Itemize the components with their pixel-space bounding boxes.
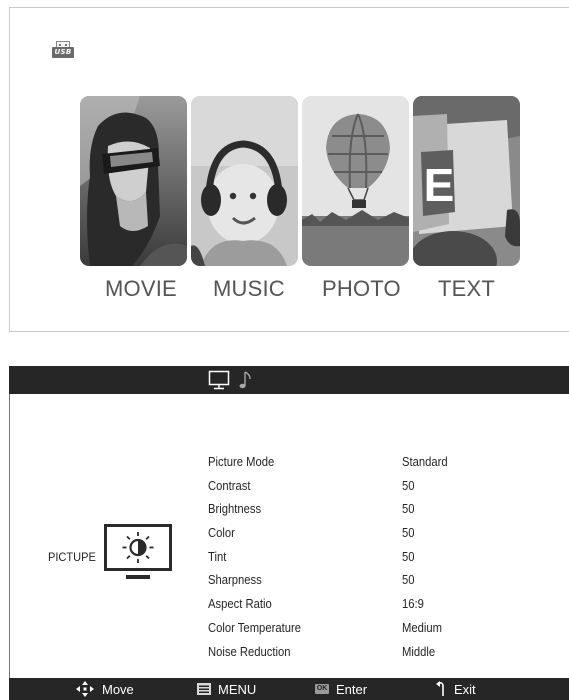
hint-exit-label: Exit [454, 681, 476, 697]
hint-move: Move [75, 678, 134, 700]
hint-exit: Exit [435, 678, 476, 700]
music-tile[interactable] [191, 96, 298, 266]
text-tile[interactable]: E [413, 96, 520, 266]
music-thumbnail [191, 96, 298, 266]
monitor-icon[interactable] [208, 370, 230, 390]
hint-enter: OK Enter [315, 678, 367, 700]
setting-sharpness[interactable]: Sharpness 50 [208, 572, 548, 596]
photo-tile[interactable] [302, 96, 409, 266]
setting-value: 50 [402, 526, 415, 541]
menu-icon [197, 683, 211, 695]
setting-label: Noise Reduction [208, 644, 291, 659]
setting-value: Medium [402, 620, 443, 635]
setting-value: 50 [402, 478, 415, 493]
setting-value: 50 [402, 549, 415, 564]
hint-menu-label: MENU [218, 681, 257, 697]
photo-thumbnail [302, 96, 409, 266]
setting-color[interactable]: Color 50 [208, 525, 548, 549]
setting-color-temperature[interactable]: Color Temperature Medium [208, 620, 548, 644]
usb-icon: USB [51, 41, 75, 59]
osd-menu: PICTUPE Picture Mode Standard Contrast 5… [9, 366, 569, 700]
picture-settings-list: Picture Mode Standard Contrast 50 Bright… [208, 454, 548, 667]
setting-label: Aspect Ratio [208, 597, 272, 612]
setting-aspect-ratio[interactable]: Aspect Ratio 16:9 [208, 596, 548, 620]
setting-label: Sharpness [208, 573, 262, 588]
setting-contrast[interactable]: Contrast 50 [208, 478, 548, 502]
setting-picture-mode[interactable]: Picture Mode Standard [208, 454, 548, 478]
movie-tile[interactable] [80, 96, 187, 266]
music-label: MUSIC [213, 276, 285, 301]
setting-value: Middle [402, 644, 436, 659]
usb-icon-text: USB [52, 47, 74, 58]
section-label: PICTUPE [48, 550, 96, 564]
osd-picture-panel: PICTUPE Picture Mode Standard Contrast 5… [9, 394, 569, 678]
usb-media-panel: USB E MOVIE MUSIC PHOTO TEXT [9, 7, 569, 332]
setting-tint[interactable]: Tint 50 [208, 549, 548, 573]
osd-tab-bar [9, 366, 569, 394]
setting-label: Tint [208, 549, 227, 564]
ok-icon: OK [315, 684, 329, 694]
osd-footer-hints: Move MENU OK Enter Exit [9, 678, 569, 700]
hint-move-label: Move [102, 681, 134, 697]
setting-value: 50 [402, 573, 415, 588]
setting-label: Brightness [208, 502, 262, 517]
setting-value: 50 [402, 502, 415, 517]
hint-menu: MENU [197, 678, 256, 700]
setting-value: 16:9 [402, 597, 424, 612]
setting-noise-reduction[interactable]: Noise Reduction Middle [208, 644, 548, 668]
setting-label: Color Temperature [208, 620, 301, 635]
text-label: TEXT [438, 276, 496, 301]
hint-enter-label: Enter [336, 681, 368, 697]
setting-value: Standard [402, 455, 448, 469]
photo-label: PHOTO [322, 276, 401, 301]
brightness-monitor-icon [104, 524, 172, 579]
setting-label: Picture Mode [208, 455, 275, 469]
text-thumbnail: E [413, 96, 520, 266]
movie-thumbnail [80, 96, 187, 266]
setting-label: Contrast [208, 478, 251, 493]
exit-icon [436, 681, 444, 696]
setting-brightness[interactable]: Brightness 50 [208, 501, 548, 525]
movie-label: MOVIE [105, 276, 177, 301]
move-arrows-icon [76, 681, 94, 697]
music-note-icon[interactable] [238, 370, 252, 390]
text-thumbnail-letter: E [424, 159, 455, 211]
setting-label: Color [208, 526, 235, 541]
